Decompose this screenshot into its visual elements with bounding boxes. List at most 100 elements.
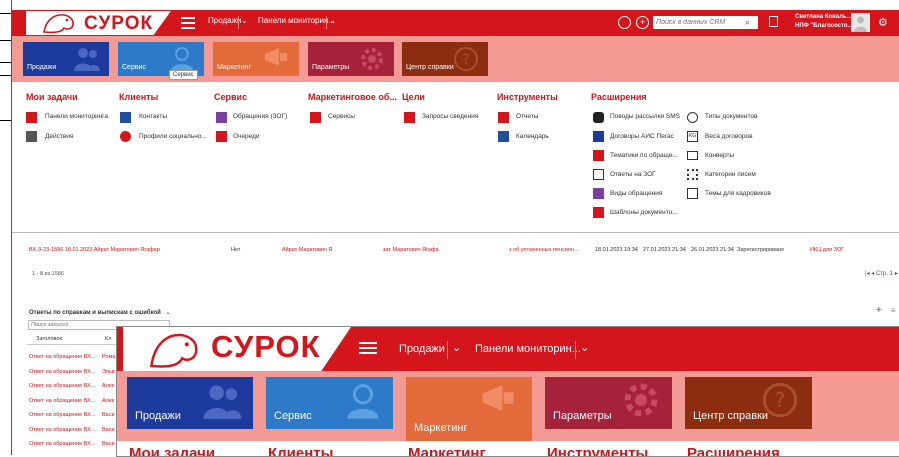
nav-sales[interactable]: Продажи — [399, 343, 445, 355]
question-mark-icon: ? — [454, 47, 478, 71]
tile-service[interactable]: Сервис — [266, 377, 393, 429]
requests-icon — [404, 112, 415, 123]
new-record-plus-icon[interactable]: + — [636, 16, 649, 29]
list-item[interactable]: Ответ на обращение ВХ... Васи — [29, 408, 115, 423]
pager[interactable]: |◂ ◂ Стр. 1 ▸ — [865, 270, 898, 277]
link-envelopes[interactable]: Конверты — [705, 152, 734, 159]
marmot-logo-icon — [149, 333, 198, 368]
link-document-templates[interactable]: Шаблоны документо... — [610, 209, 678, 216]
link-social-profiles[interactable]: Профили социально... — [139, 133, 207, 140]
avatar[interactable] — [851, 13, 870, 32]
list-item[interactable]: Ответ на обращение ВХ... Алек — [29, 379, 114, 394]
clock-icon[interactable] — [618, 16, 631, 29]
chevron-down-icon[interactable]: ⌄ — [166, 310, 171, 316]
link-document-types[interactable]: Типы документов — [705, 113, 757, 120]
cell-contact[interactable]: Айрат Маратович Я — [282, 247, 332, 253]
link-case-types[interactable]: Виды обращения — [610, 190, 662, 197]
column-header-title[interactable]: Заголовок — [36, 336, 62, 342]
link-topics[interactable]: Тематики по обраще... — [610, 152, 678, 159]
advanced-find-icon[interactable] — [769, 16, 778, 27]
user-organization: НПФ "Благососто... — [795, 23, 853, 29]
link-queues[interactable]: Очереди — [233, 133, 260, 140]
tile-marketing[interactable]: Маркетинг — [406, 377, 532, 441]
tile-settings[interactable]: Параметры — [545, 377, 672, 429]
grid-menu-icon[interactable]: ≡ — [891, 306, 896, 315]
link-pegas-contracts[interactable]: Договоры АИС Пегас — [610, 133, 674, 140]
link-reports[interactable]: Отчеты — [516, 113, 538, 120]
link-letter-categories[interactable]: Категории писем — [705, 171, 756, 178]
group-clients: Клиенты — [268, 445, 334, 457]
tile-label: Центр справки — [693, 410, 769, 422]
chevron-down-icon[interactable]: ⌄ — [452, 341, 461, 354]
user-info[interactable]: Светлана Коваль... НПФ "Благососто... — [795, 13, 853, 31]
cell-date-modified: 27.01.2023 21:34 — [643, 247, 686, 253]
social-profiles-icon — [120, 131, 131, 142]
link-contract-weights[interactable]: Веса договоров — [705, 133, 753, 140]
nav-dashboards[interactable]: Панели мониторин... — [258, 16, 335, 25]
link-services[interactable]: Сервисы — [328, 113, 355, 120]
tile-settings[interactable]: Параметры — [308, 42, 394, 76]
link-sms-reasons[interactable]: Поводы рассылки SMS — [610, 113, 680, 120]
header-divider — [27, 344, 127, 345]
list-item[interactable]: Ответ на обращение ВХ... Эльв — [29, 365, 115, 380]
app-logo[interactable]: СУРОК — [123, 327, 351, 371]
list-item[interactable]: Ответ на обращение ВХ... Рома — [29, 350, 115, 365]
list-item[interactable]: Ответ на обращение ВХ... Алек — [29, 394, 114, 409]
page-number: Стр. 1 — [875, 271, 894, 277]
hamburger-menu-icon[interactable] — [177, 14, 199, 32]
site-map-panel: Мои задачи Панели мониторинга Действия К… — [12, 82, 899, 233]
tile-label: Маркетинг — [414, 422, 468, 434]
cell-queue[interactable]: ИКЦ для ЗОГ — [810, 247, 844, 253]
topics-icon — [593, 150, 604, 161]
link-calendar[interactable]: Календарь — [516, 133, 549, 140]
top-nav-bar-zoomed: СУРОК Продажи ⌄ Панели мониторин... ⌄ — [117, 327, 899, 371]
link-information-requests[interactable]: Запросы сведения — [422, 113, 478, 120]
link-cases[interactable]: Обращения (ЗОГ) — [233, 113, 287, 120]
tile-label: Центр справки — [406, 64, 454, 71]
nav-sales[interactable]: Продажи — [208, 16, 241, 25]
hamburger-menu-icon[interactable] — [357, 339, 379, 359]
column-header-client[interactable]: Кл — [105, 336, 111, 342]
chevron-down-icon[interactable]: ⌄ — [580, 341, 589, 354]
tile-sales[interactable]: Продажи — [127, 377, 253, 429]
link-hr-topics[interactable]: Темы для кадровиков — [705, 190, 771, 197]
grid-rows: Ответ на обращение ВХ... Рома Ответ на о… — [29, 350, 115, 452]
crm-search-input[interactable] — [653, 16, 758, 29]
tile-sales[interactable]: Продажи — [23, 42, 109, 76]
zoomed-header-overlay: СУРОК Продажи ⌄ Панели мониторин... ⌄ Пр… — [116, 326, 899, 457]
gear-icon[interactable]: ⚙ — [878, 16, 888, 29]
list-item[interactable]: Ответ на обращение ВХ... Васи — [29, 423, 115, 438]
nav-dashboards[interactable]: Панели мониторин... — [475, 343, 581, 355]
tile-help-center[interactable]: ? Центр справки — [685, 377, 812, 429]
weight-icon: KG — [687, 131, 698, 142]
link-zog-answers[interactable]: Ответы на ЗОГ — [610, 171, 656, 178]
logo-text: СУРОК — [211, 329, 321, 364]
link-dashboards[interactable]: Панели мониторинга — [45, 113, 108, 120]
next-page-icon[interactable]: ▸ — [895, 271, 898, 277]
tile-help-center[interactable]: ? Центр справки — [402, 42, 488, 76]
checklist-icon — [687, 188, 698, 199]
group-extensions: Расширения — [687, 445, 780, 457]
add-record-icon[interactable]: + — [876, 305, 882, 316]
envelope-icon — [687, 151, 698, 160]
first-page-icon[interactable]: |◂ ◂ — [865, 271, 874, 277]
case-types-icon — [593, 188, 604, 199]
group-goals: Цели — [402, 92, 425, 102]
view-selector[interactable]: Ответы по справкам и выпискам с ошибкой … — [29, 309, 171, 316]
marmot-logo-icon — [43, 14, 74, 34]
chevron-down-icon[interactable]: ⌄ — [329, 16, 336, 25]
tile-marketing[interactable]: Маркетинг — [213, 42, 299, 76]
link-contacts[interactable]: Контакты — [139, 113, 167, 120]
cell-subject[interactable]: з об уплаченных пенсион... — [509, 247, 578, 253]
list-item[interactable]: Ответ на обращение ВХ... Васи — [29, 437, 115, 452]
link-activities[interactable]: Действия — [45, 133, 73, 140]
search-icon[interactable]: ⌕ — [745, 17, 750, 28]
cell-title[interactable]: ВХ-З-23-1586 18.01.2023 Айрат Маратович … — [29, 247, 160, 253]
megaphone-icon — [482, 385, 514, 411]
gear-icon — [624, 383, 658, 417]
chevron-down-icon[interactable]: ⌄ — [241, 16, 248, 25]
dashboard-icon — [26, 112, 37, 123]
user-silhouette-icon — [854, 16, 867, 32]
app-logo[interactable]: СУРОК — [26, 11, 171, 35]
cell-owner[interactable]: зат Маратович Ягафа — [383, 247, 439, 253]
